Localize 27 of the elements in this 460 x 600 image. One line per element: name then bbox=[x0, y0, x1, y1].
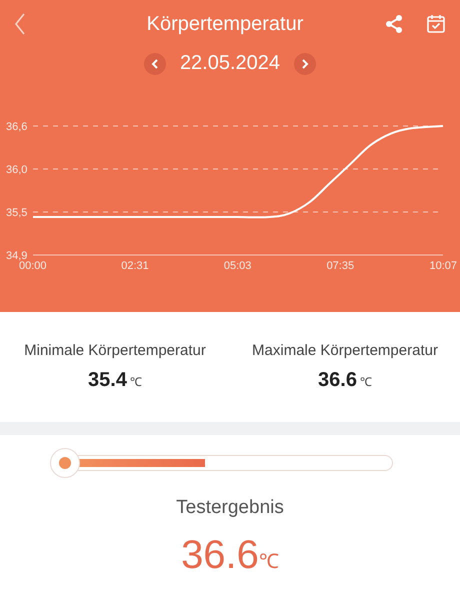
unit-label: ℃ bbox=[130, 374, 142, 390]
chevron-left-icon bbox=[150, 58, 159, 68]
previous-day-button[interactable] bbox=[144, 52, 166, 74]
x-axis-label: 00:00 bbox=[19, 260, 47, 272]
x-axis-label: 10:07 bbox=[429, 260, 457, 272]
x-axis-label: 07:35 bbox=[326, 260, 354, 272]
page-title: Körpertemperatur bbox=[146, 12, 304, 36]
stat-label: Minimale Körpertemperatur bbox=[24, 342, 206, 359]
next-day-button[interactable] bbox=[294, 52, 316, 74]
result-label: Testergebnis bbox=[176, 497, 284, 519]
share-icon[interactable] bbox=[384, 14, 404, 34]
date-label: 22.05.2024 bbox=[180, 52, 280, 75]
stat-value: 35.4 bbox=[88, 369, 127, 392]
unit-label: ℃ bbox=[360, 374, 372, 390]
calendar-icon[interactable] bbox=[426, 14, 446, 34]
y-axis-label: 36,6 bbox=[6, 121, 28, 133]
x-axis-label: 05:03 bbox=[224, 260, 252, 272]
y-axis-label: 34,9 bbox=[6, 250, 28, 262]
back-icon[interactable] bbox=[14, 13, 26, 35]
unit-label: ℃ bbox=[258, 550, 279, 574]
stat-label: Maximale Körpertemperatur bbox=[252, 342, 438, 359]
y-axis-label: 36,0 bbox=[6, 164, 28, 176]
chevron-right-icon bbox=[301, 58, 310, 68]
result-value: 36.6 bbox=[181, 533, 259, 578]
y-axis-label: 35,5 bbox=[6, 206, 28, 219]
x-axis-label: 02:31 bbox=[121, 260, 149, 272]
stat-value: 36.6 bbox=[318, 369, 357, 392]
